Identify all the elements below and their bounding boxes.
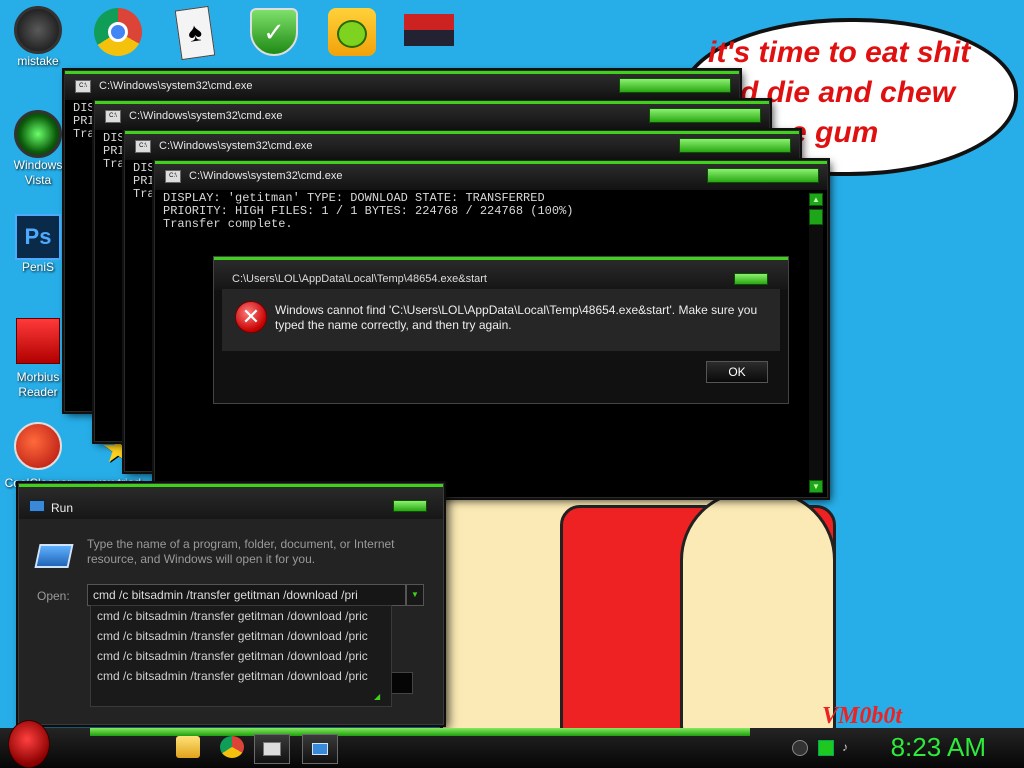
bubble-line-2: d die and chew: [740, 76, 956, 109]
window-controls[interactable]: [649, 108, 761, 123]
clock[interactable]: 8:23 AM: [891, 732, 986, 763]
scroll-up-button[interactable]: ▲: [809, 193, 823, 206]
list-item[interactable]: cmd /c bitsadmin /transfer getitman /dow…: [91, 626, 391, 646]
cmd-icon: C:\: [75, 80, 91, 93]
desktop-icon-label: mistake: [17, 54, 59, 68]
ccleaner-icon: [14, 422, 62, 470]
taskbar-accent: [90, 728, 750, 736]
cartoon-arm: [680, 490, 836, 746]
cmd-title: C:\Windows\system32\cmd.exe: [99, 80, 253, 92]
desktop-icon-label: Windows Vista: [13, 158, 63, 187]
window-controls[interactable]: [707, 168, 819, 183]
chrome-icon[interactable]: [94, 8, 142, 56]
error-icon: ✕: [235, 301, 267, 333]
window-controls[interactable]: [679, 138, 791, 153]
cmd-line: Transfer complete.: [163, 217, 293, 231]
shield-icon[interactable]: ✓: [250, 8, 298, 56]
dialog-button[interactable]: [391, 672, 413, 694]
window-controls[interactable]: [619, 78, 731, 93]
autocomplete-list[interactable]: cmd /c bitsadmin /transfer getitman /dow…: [90, 605, 392, 707]
ok-button[interactable]: OK: [706, 361, 768, 383]
run-program-icon: [34, 544, 74, 568]
cmd-title: C:\Windows\system32\cmd.exe: [189, 170, 343, 182]
solitaire-icon[interactable]: ♠: [174, 5, 216, 61]
cmd-title: C:\Windows\system32\cmd.exe: [159, 140, 313, 152]
desktop-icon-coolcleaner[interactable]: CoolCleaner: [2, 422, 74, 491]
cmd-title-bar[interactable]: C:\ C:\Windows\system32\cmd.exe: [155, 161, 827, 190]
cmd-title-bar[interactable]: C:\ C:\Windows\system32\cmd.exe: [95, 101, 769, 130]
desktop-icon-mistake[interactable]: mistake: [2, 6, 74, 69]
run-icon: [29, 500, 45, 512]
network-icon[interactable]: [818, 740, 834, 756]
taskbar: ♪ 8:23 AM: [0, 720, 1024, 768]
cmd-icon: [263, 742, 281, 756]
bubble-line-3: e gum: [790, 116, 879, 149]
cmd-title: C:\Windows\system32\cmd.exe: [129, 110, 283, 122]
list-item[interactable]: cmd /c bitsadmin /transfer getitman /dow…: [91, 606, 391, 626]
angry-birds-icon[interactable]: [328, 8, 376, 56]
run-title-bar[interactable]: Run: [19, 484, 443, 519]
list-item[interactable]: cmd /c bitsadmin /transfer getitman /dow…: [91, 646, 391, 666]
error-body: ✕ Windows cannot find 'C:\Users\LOL\AppD…: [222, 289, 780, 351]
logo-icon[interactable]: [404, 14, 454, 46]
cmd-title-bar[interactable]: C:\ C:\Windows\system32\cmd.exe: [125, 131, 799, 160]
scroll-thumb[interactable]: [809, 209, 823, 225]
run-taskbar-button[interactable]: [302, 734, 338, 764]
error-message: Windows cannot find 'C:\Users\LOL\AppDat…: [275, 303, 758, 332]
chrome-taskbar-icon[interactable]: [220, 736, 244, 758]
notification-icon[interactable]: [792, 740, 808, 756]
folder-icon[interactable]: [176, 736, 200, 758]
cmd-title-bar[interactable]: C:\ C:\Windows\system32\cmd.exe: [65, 71, 739, 100]
run-description: Type the name of a program, folder, docu…: [87, 537, 395, 566]
cmd-icon: C:\: [165, 170, 181, 183]
pdf-reader-icon: [16, 318, 60, 364]
resize-grip-icon[interactable]: ◢: [374, 692, 384, 702]
close-button[interactable]: [734, 273, 768, 285]
photoshop-icon: Ps: [15, 214, 61, 260]
start-button[interactable]: [8, 720, 50, 768]
scroll-down-button[interactable]: ▼: [809, 480, 823, 493]
error-title: C:\Users\LOL\AppData\Local\Temp\48654.ex…: [232, 273, 487, 285]
scrollbar[interactable]: ▲ ▼: [809, 193, 823, 493]
wallpaper-signature: VM0b0t: [822, 703, 903, 729]
error-dialog[interactable]: C:\Users\LOL\AppData\Local\Temp\48654.ex…: [213, 256, 789, 404]
xbox-icon: [14, 6, 62, 54]
run-title: Run: [51, 501, 74, 515]
bubble-line-1: it's time to eat shit: [708, 36, 971, 69]
open-label: Open:: [37, 589, 70, 603]
cmd-icon: C:\: [135, 140, 151, 153]
run-dialog[interactable]: Run Type the name of a program, folder, …: [18, 483, 444, 725]
error-title-bar[interactable]: C:\Users\LOL\AppData\Local\Temp\48654.ex…: [214, 257, 788, 290]
run-icon: [312, 743, 328, 755]
volume-icon[interactable]: ♪: [842, 740, 856, 754]
close-button[interactable]: [393, 500, 427, 512]
cmd-taskbar-button[interactable]: [254, 734, 290, 764]
list-item[interactable]: cmd /c bitsadmin /transfer getitman /dow…: [91, 666, 391, 686]
cmd-icon: C:\: [105, 110, 121, 123]
chevron-down-icon[interactable]: ▼: [406, 584, 424, 606]
recycle-bin-icon: [14, 110, 62, 158]
desktop-icon-label: Morbius Reader: [16, 370, 60, 399]
open-input[interactable]: cmd /c bitsadmin /transfer getitman /dow…: [87, 584, 406, 606]
